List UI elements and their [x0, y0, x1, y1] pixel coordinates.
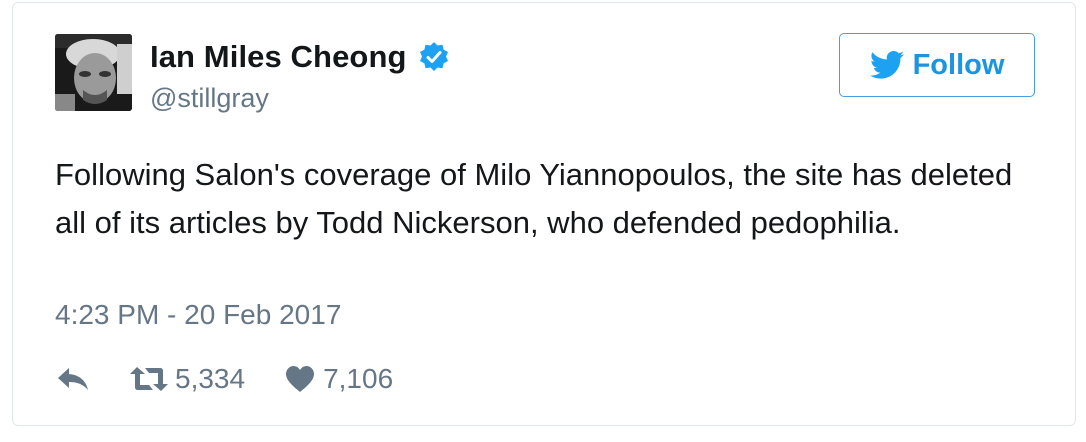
- retweet-count: 5,334: [175, 363, 246, 394]
- verified-badge-icon: [419, 42, 448, 71]
- reply-icon[interactable]: [55, 365, 91, 393]
- avatar[interactable]: [55, 34, 132, 111]
- heart-icon[interactable]: [285, 365, 315, 393]
- avatar-image: [55, 34, 132, 111]
- tweet-text: Following Salon's coverage of Milo Yiann…: [55, 157, 1013, 240]
- twitter-bird-icon: [869, 50, 904, 79]
- display-name-text: Ian Miles Cheong: [150, 39, 407, 74]
- tweet-actions: 5,334 7,106: [55, 361, 393, 397]
- tweet-timestamp[interactable]: 4:23 PM - 20 Feb 2017: [55, 299, 341, 331]
- user-handle[interactable]: @stillgray: [150, 83, 269, 114]
- retweet-icon[interactable]: [129, 365, 169, 393]
- follow-button[interactable]: Follow: [839, 33, 1035, 97]
- follow-label: Follow: [912, 48, 1005, 81]
- display-name[interactable]: Ian Miles Cheong: [150, 39, 450, 75]
- tweet-card: Ian Miles Cheong @stillgray Follow Follo…: [12, 2, 1076, 426]
- like-count: 7,106: [323, 363, 394, 394]
